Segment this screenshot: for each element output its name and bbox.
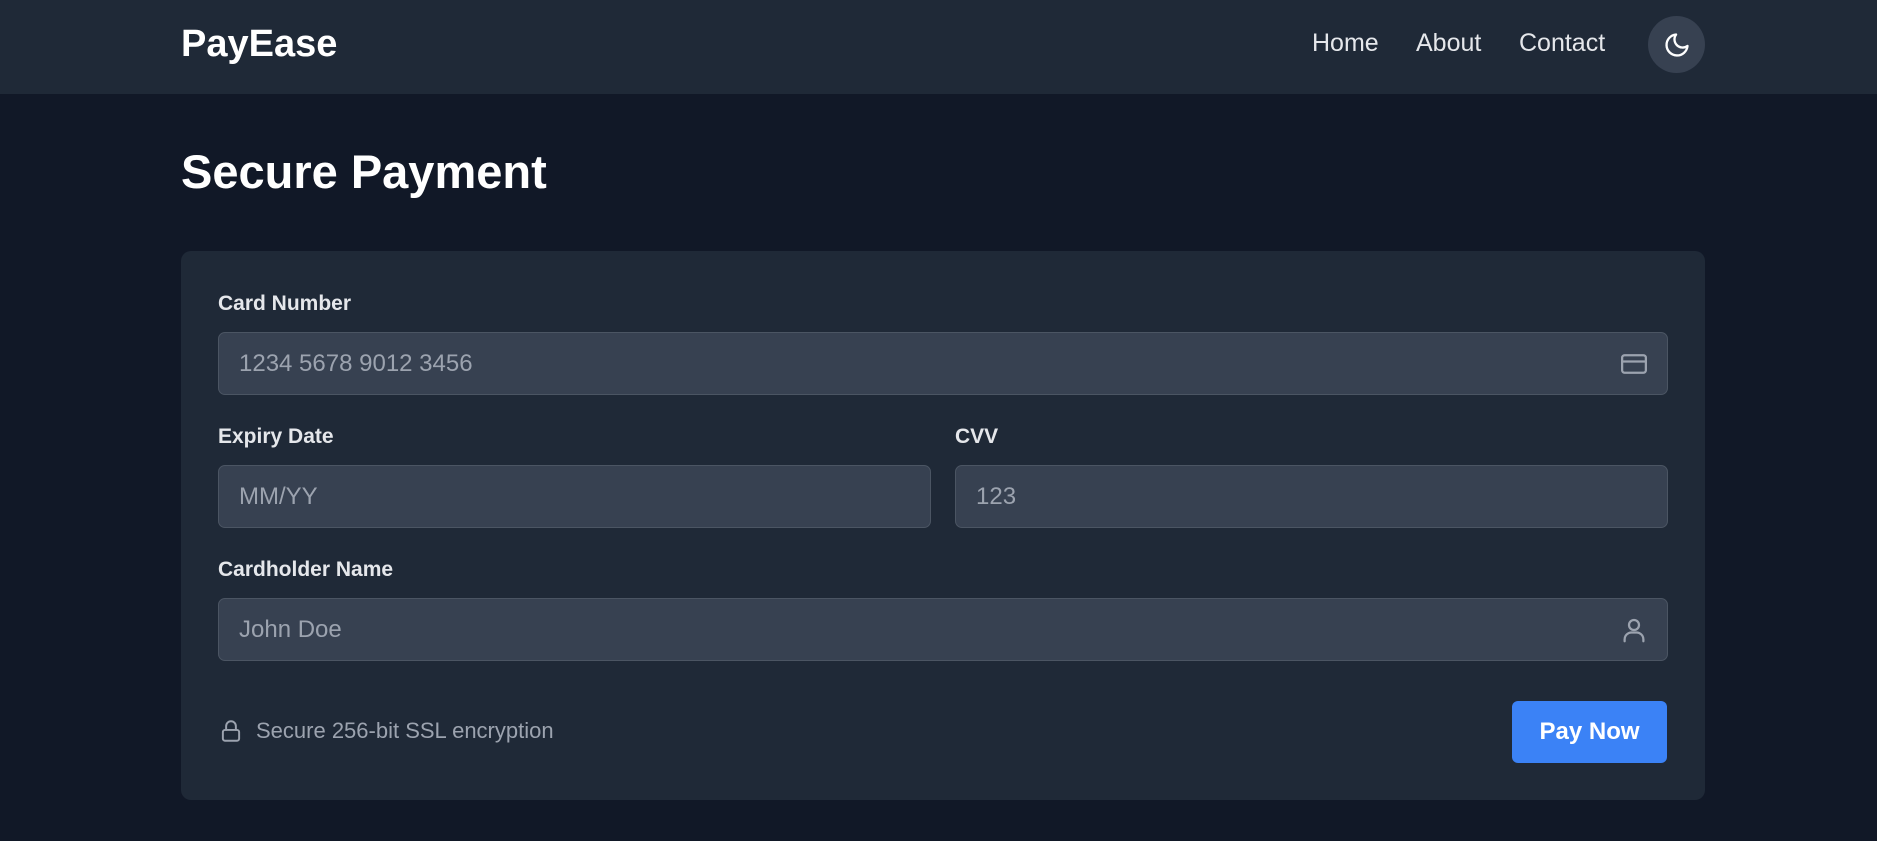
user-icon — [1619, 615, 1649, 645]
expiry-date-label: Expiry Date — [218, 425, 334, 448]
credit-card-icon — [1619, 349, 1649, 379]
cardholder-name-label: Cardholder Name — [218, 558, 394, 581]
brand-logo[interactable]: PayEase — [181, 22, 337, 66]
lock-icon — [218, 718, 244, 744]
ssl-note-text: Secure 256-bit SSL encryption — [256, 718, 554, 743]
nav-link-about[interactable]: About — [1416, 28, 1481, 58]
nav-link-home[interactable]: Home — [1312, 28, 1379, 58]
card-number-label: Card Number — [218, 292, 352, 315]
expiry-date-input[interactable] — [219, 466, 930, 527]
expiry-date-field-wrapper — [218, 465, 931, 528]
navbar: PayEase Home About Contact — [0, 0, 1877, 94]
ssl-note: Secure 256-bit SSL encryption — [218, 718, 554, 744]
nav-link-contact[interactable]: Contact — [1519, 28, 1605, 58]
cardholder-name-input[interactable] — [219, 599, 1667, 660]
cvv-field-wrapper — [955, 465, 1668, 528]
cvv-label: CVV — [955, 425, 999, 448]
card-number-field-wrapper — [218, 332, 1668, 395]
page-title: Secure Payment — [181, 145, 547, 198]
card-number-input[interactable] — [219, 333, 1667, 394]
pay-now-button[interactable]: Pay Now — [1512, 701, 1667, 763]
theme-toggle-button[interactable] — [1648, 16, 1705, 73]
cardholder-name-field-wrapper — [218, 598, 1668, 661]
cvv-input[interactable] — [956, 466, 1667, 527]
moon-icon — [1663, 31, 1691, 59]
payment-form-card: Card Number Expiry Date CVV Cardholder N… — [181, 251, 1705, 800]
